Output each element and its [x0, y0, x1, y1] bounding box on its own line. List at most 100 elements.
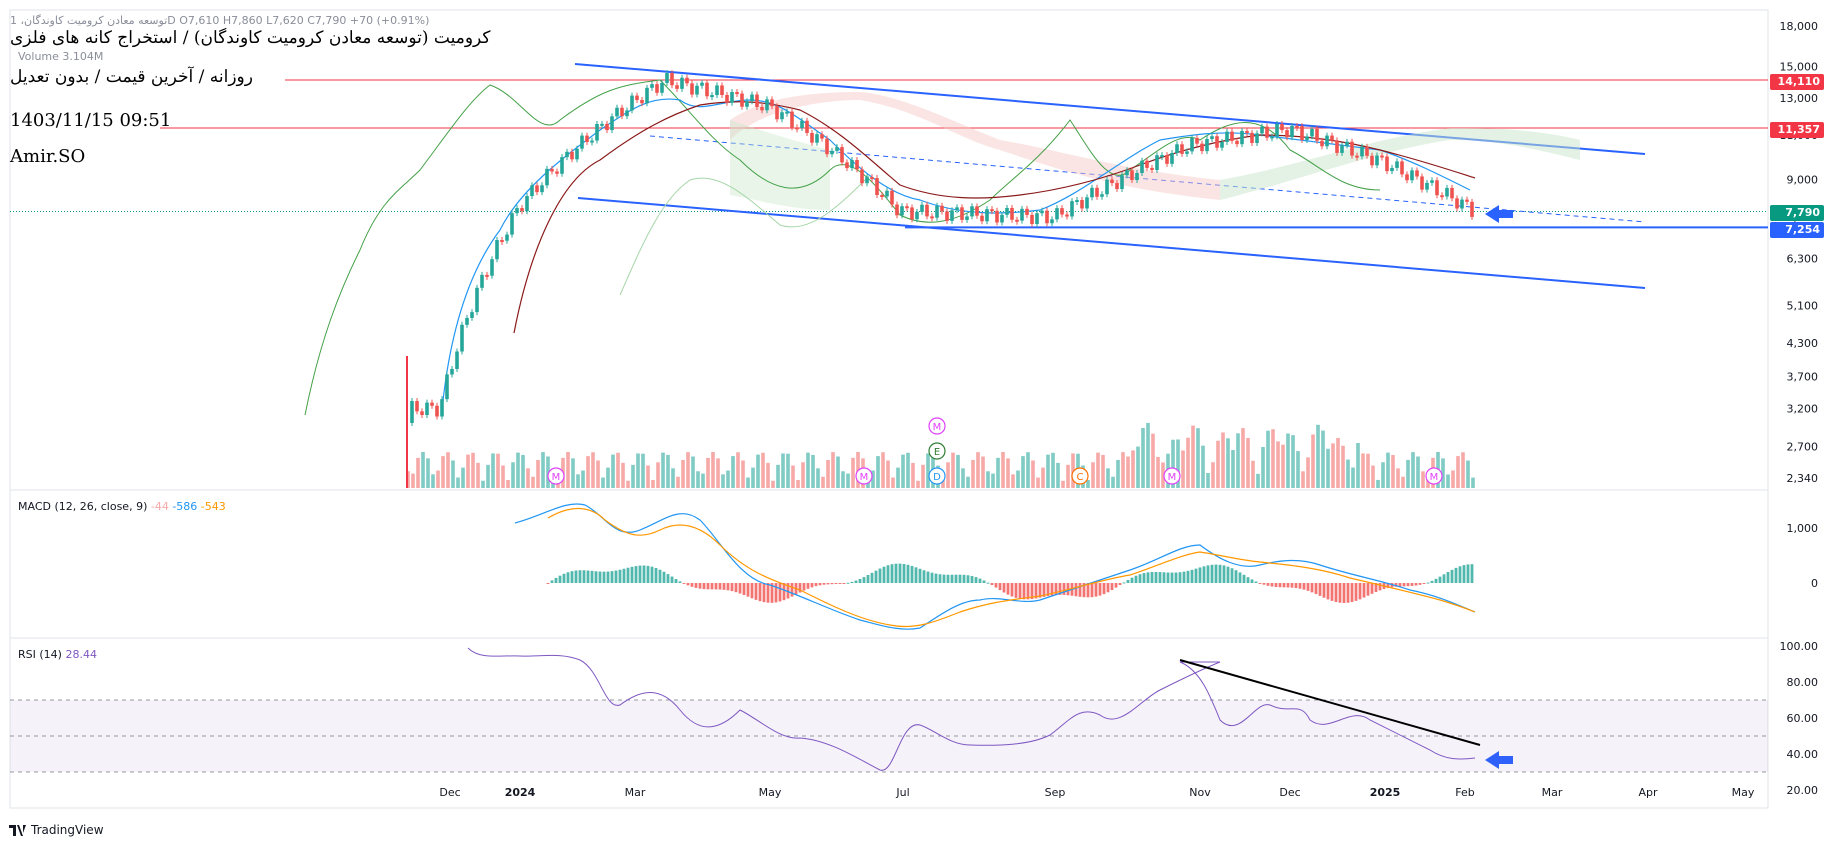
- volume-bar: [1206, 473, 1210, 488]
- candle: [515, 208, 519, 214]
- macd-hist-bar: [1378, 583, 1382, 591]
- volume-bar: [1001, 452, 1005, 488]
- macd-hist-bar: [698, 583, 702, 589]
- macd-hist-bar: [978, 578, 982, 583]
- volume-bar: [501, 465, 505, 488]
- macd-hist-bar: [754, 583, 758, 600]
- volume-bar: [801, 462, 805, 488]
- macd-hist-bar: [790, 583, 794, 597]
- macd-hist-bar: [906, 564, 910, 583]
- volume-bar: [1246, 437, 1250, 488]
- volume-bar: [1106, 468, 1110, 488]
- macd-hist-bar: [1282, 583, 1286, 588]
- volume-bar: [591, 452, 595, 488]
- candle: [670, 73, 674, 86]
- volume-bar: [1151, 433, 1155, 488]
- macd-signal-value: -543: [200, 500, 226, 513]
- candle: [665, 73, 669, 83]
- candle: [615, 107, 619, 117]
- macd-hist-bar: [1342, 583, 1346, 603]
- candle: [810, 132, 814, 143]
- candle: [660, 82, 664, 93]
- macd-hist-bar: [1158, 572, 1162, 583]
- macd-hist-bar: [1450, 569, 1454, 583]
- macd-hist-bar: [1214, 564, 1218, 583]
- macd-hist-bar: [842, 583, 846, 584]
- volume-bar: [1421, 471, 1425, 488]
- volume-bar: [751, 467, 755, 488]
- volume-bar: [706, 457, 710, 488]
- macd-hist-bar: [1398, 583, 1402, 587]
- volume-bar: [1101, 454, 1105, 488]
- macd-hist-bar: [674, 579, 678, 583]
- volume-bar: [996, 457, 1000, 488]
- volume-bar: [1451, 470, 1455, 488]
- volume-bar: [611, 454, 615, 488]
- candle: [1380, 155, 1384, 158]
- candle: [1130, 170, 1134, 181]
- chart-canvas[interactable]: 18,00015,00013,00011,0009,0007,6006,3005…: [0, 0, 1836, 843]
- candle: [1450, 187, 1454, 199]
- macd-hist-bar: [1146, 572, 1150, 583]
- candle: [440, 399, 444, 417]
- volume-bar: [976, 452, 980, 488]
- macd-hist-bar: [598, 571, 602, 583]
- candle: [1360, 146, 1364, 157]
- macd-hist-bar: [582, 570, 586, 583]
- candle: [455, 351, 459, 369]
- macd-hist-bar: [626, 567, 630, 583]
- volume-bar: [466, 454, 470, 488]
- volume-bar: [636, 453, 640, 488]
- candle: [820, 134, 824, 139]
- event-marker-M: M: [1163, 467, 1181, 485]
- candle: [1330, 135, 1334, 141]
- rsi-legend-name: RSI (14): [18, 648, 62, 661]
- candle: [905, 206, 909, 209]
- candle: [485, 274, 489, 277]
- macd-hist-bar: [802, 583, 806, 591]
- candle: [1090, 187, 1094, 198]
- time-tick-label: May: [1732, 786, 1755, 799]
- candle: [695, 85, 699, 95]
- candle: [430, 402, 434, 406]
- tradingview-logo[interactable]: TradingView: [9, 823, 104, 837]
- macd-hist-bar: [702, 583, 706, 590]
- macd-hist-bar: [718, 583, 722, 590]
- candle: [805, 120, 809, 133]
- volume-bar: [716, 458, 720, 488]
- volume-bar: [511, 462, 515, 488]
- price-tick-label: 15,000: [1780, 60, 1819, 73]
- volume-bar: [1321, 430, 1325, 488]
- macd-hist-bar: [1262, 583, 1266, 585]
- macd-legend[interactable]: MACD (12, 26, close, 9) -44 -586 -543: [18, 500, 226, 513]
- candle: [1180, 144, 1184, 154]
- volume-bar: [741, 460, 745, 488]
- candle: [1135, 173, 1139, 181]
- time-tick-label: Dec: [1279, 786, 1300, 799]
- chart-title: کرومیت (توسعه معادن کرومیت کاوندگان) / ا…: [10, 28, 491, 48]
- candle: [1225, 131, 1229, 142]
- macd-hist-bar: [650, 566, 654, 583]
- time-tick-label: Feb: [1455, 786, 1474, 799]
- macd-hist-bar: [1130, 577, 1134, 583]
- macd-hist-bar: [1366, 583, 1370, 596]
- cloud-bull: [1220, 128, 1580, 200]
- macd-hist-bar: [1434, 578, 1438, 583]
- macd-hist-bar: [950, 574, 954, 583]
- candle: [1060, 208, 1064, 215]
- candle: [565, 151, 569, 158]
- candle: [1460, 199, 1464, 209]
- event-marker-E: E: [928, 442, 946, 460]
- macd-hist-bar: [1286, 583, 1290, 588]
- volume-bar: [1356, 443, 1360, 488]
- event-marker-label: M: [860, 472, 869, 483]
- candle: [1310, 128, 1314, 137]
- volume-bar: [616, 452, 620, 488]
- rsi-legend[interactable]: RSI (14) 28.44: [18, 648, 97, 661]
- price-tick-label: 18,000: [1780, 20, 1819, 33]
- macd-hist-bar: [1422, 583, 1426, 584]
- volume-bar: [1091, 462, 1095, 488]
- macd-hist-bar: [1206, 565, 1210, 583]
- volume-bar: [911, 462, 915, 488]
- volume-bar: [1281, 444, 1285, 488]
